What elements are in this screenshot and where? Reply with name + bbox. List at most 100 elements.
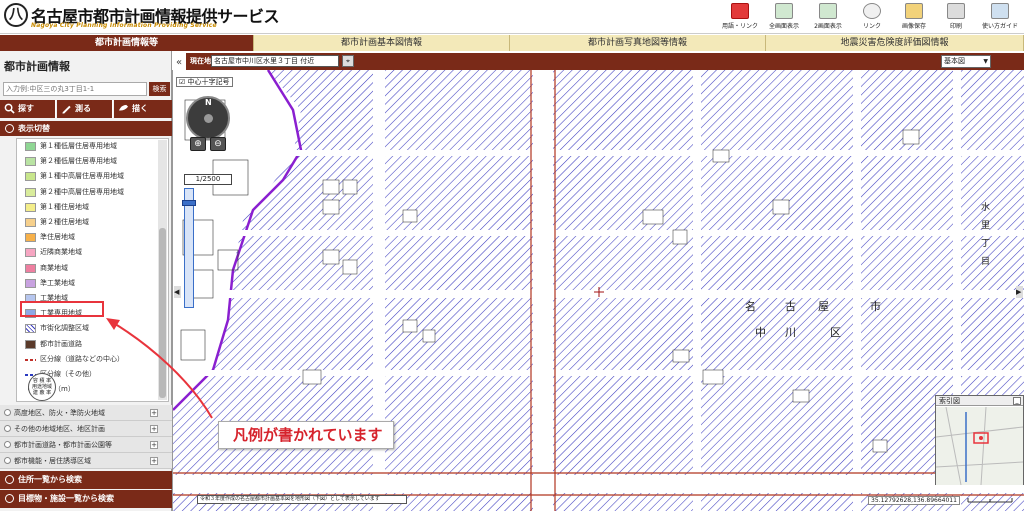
coordinate-readout: 35.12792628,136.89664011 bbox=[868, 496, 960, 505]
map-toolbar: 現在地 名古屋市中川区水里３丁目 付近 ⌖ 基本図 ▼ bbox=[186, 53, 1024, 70]
address-list-search-button[interactable]: 住所一覧から検索 bbox=[0, 471, 172, 489]
index-map-graphic bbox=[936, 407, 1023, 485]
address-search-input[interactable] bbox=[3, 82, 147, 96]
annotation-callout: 凡例が書かれています bbox=[218, 421, 394, 449]
legend-swatch-icon bbox=[25, 218, 36, 227]
fullscreen-button[interactable]: 全画面表示 bbox=[762, 2, 806, 32]
dual-screen-button[interactable]: 2画面表示 bbox=[806, 2, 850, 32]
sidebar-actions: 探す 測る 描く bbox=[0, 100, 172, 118]
expand-icon: + bbox=[150, 457, 158, 465]
accordion-height-fire-districts[interactable]: 高度地区、防火・準防火地域 + bbox=[0, 405, 172, 421]
tab-planning-info[interactable]: 都市計画情報等 bbox=[0, 35, 254, 51]
map-label: 名 bbox=[745, 300, 756, 313]
find-button[interactable]: 探す bbox=[0, 100, 56, 118]
facility-list-search-button[interactable]: 目標物・施設一覧から検索 bbox=[0, 490, 172, 508]
app-header: 八 名古屋市都市計画情報提供サービス Nagoya City Planning … bbox=[0, 0, 1024, 34]
tab-bar: 都市計画情報等 都市計画基本図情報 都市計画写真地図等情報 地震災害危険度評価図… bbox=[0, 35, 1024, 51]
tab-earthquake-risk-info[interactable]: 地震災害危険度評価図情報 bbox=[766, 35, 1024, 51]
map-label: 区 bbox=[830, 326, 841, 339]
legend-label: 都市計画道路 bbox=[40, 339, 82, 348]
legend-swatch-icon bbox=[25, 172, 36, 182]
legend-swatch-icon bbox=[25, 278, 36, 288]
legend-panel: 第１種低層住居専用地域 第２種低層住居専用地域 第１種中高層住居専用地域 第２種中高層… bbox=[16, 138, 169, 402]
zoom-out-button[interactable]: ⊖ bbox=[210, 137, 226, 151]
chevron-down-icon: ▼ bbox=[983, 58, 988, 65]
pan-left-button[interactable]: ◀ bbox=[174, 286, 181, 298]
legend-swatch-icon bbox=[25, 339, 36, 349]
minimize-icon[interactable]: _ bbox=[1013, 397, 1021, 405]
legend-label: 第２種低層住居専用地域 bbox=[40, 157, 117, 166]
legend-label: 準工業地域 bbox=[40, 278, 75, 287]
legend-scrollbar-thumb[interactable] bbox=[159, 228, 166, 398]
expand-icon: + bbox=[150, 441, 158, 449]
index-map-header: 索引図 _ bbox=[936, 396, 1023, 406]
compass-center-icon bbox=[204, 114, 213, 123]
print-button[interactable]: 印刷 bbox=[934, 2, 978, 32]
map-label: 里 bbox=[981, 221, 991, 231]
basemap-select[interactable]: 基本図 ▼ bbox=[941, 55, 991, 68]
legend-label: 商業地域 bbox=[40, 263, 68, 272]
radio-icon bbox=[4, 457, 11, 464]
radio-icon bbox=[4, 409, 11, 416]
expand-icon: + bbox=[150, 425, 158, 433]
save-image-button[interactable]: 画像保存 bbox=[892, 2, 936, 32]
legend-label: 第１種低層住居専用地域 bbox=[40, 142, 117, 150]
location-label: 現在地 bbox=[190, 57, 211, 65]
link-icon bbox=[863, 3, 881, 19]
scale-bar bbox=[966, 496, 1016, 505]
dual-monitor-icon bbox=[819, 3, 837, 19]
legend-label: 第２種中高層住居専用地域 bbox=[40, 187, 124, 196]
legend-label: 第２種住居地域 bbox=[40, 218, 89, 226]
pencil-icon bbox=[62, 105, 71, 114]
map-notice: 令和３年度作成の名古屋都市計画基本図を地形図（下図）として表示しています bbox=[197, 495, 407, 504]
monitor-icon bbox=[775, 3, 793, 19]
map-label: 川 bbox=[785, 326, 796, 339]
search-button[interactable]: 検索 bbox=[149, 82, 170, 96]
zoom-slider-thumb[interactable] bbox=[182, 200, 196, 206]
locate-button[interactable]: ⌖ bbox=[342, 55, 354, 67]
printer-icon bbox=[947, 3, 965, 19]
search-icon bbox=[5, 494, 14, 503]
zoom-in-button[interactable]: ⊕ bbox=[190, 137, 206, 151]
legend-label: 第１種中高層住居専用地域 bbox=[40, 172, 124, 181]
map-label: 目 bbox=[981, 257, 991, 267]
expand-icon: + bbox=[150, 409, 158, 417]
crosshair-toggle[interactable]: ☑ 中心十字記号 bbox=[176, 77, 233, 87]
location-field[interactable]: 名古屋市中川区水里３丁目 付近 bbox=[211, 55, 339, 67]
radio-icon bbox=[4, 441, 11, 448]
guide-button[interactable]: 使い方ガイド bbox=[978, 2, 1022, 32]
scale-display: 1/2500 bbox=[184, 174, 232, 185]
link-button[interactable]: リンク bbox=[850, 2, 894, 32]
legend-swatch-icon bbox=[25, 324, 36, 334]
accordion-roads-parks[interactable]: 都市計画道路・都市計画公園等 + bbox=[0, 437, 172, 453]
draw-button[interactable]: 描く bbox=[114, 100, 172, 118]
tab-aerial-photo-info[interactable]: 都市計画写真地図等情報 bbox=[510, 35, 766, 51]
legend-swatch-icon bbox=[25, 142, 36, 151]
map-label: 水 bbox=[981, 203, 991, 213]
help-link-button[interactable]: 用語・リンク bbox=[718, 2, 762, 32]
zoom-slider[interactable] bbox=[184, 188, 194, 308]
map-label: 屋 bbox=[818, 300, 829, 313]
pan-right-button[interactable]: ▶ bbox=[1016, 286, 1023, 298]
measure-button[interactable]: 測る bbox=[57, 100, 113, 118]
collapse-sidebar-button[interactable]: « bbox=[176, 57, 182, 68]
magnifier-icon bbox=[4, 103, 15, 114]
legend-label: 市街化調整区域 bbox=[40, 324, 89, 333]
city-emblem-icon: 八 bbox=[4, 3, 28, 27]
compass-pan-control[interactable]: N bbox=[186, 96, 230, 140]
zoning-sign-legend: 容 積 率 用途地域 建 蔽 率 bbox=[28, 373, 56, 401]
legend-highlight-box bbox=[20, 301, 104, 317]
display-toggle-header[interactable]: 表示切替 bbox=[0, 121, 172, 136]
sidebar-title: 都市計画情報 bbox=[4, 60, 70, 73]
scale-bar-graphic bbox=[967, 498, 1013, 503]
computer-icon bbox=[991, 3, 1009, 19]
legend-swatch-icon bbox=[25, 263, 36, 273]
accordion-other-districts[interactable]: その他の地域地区、地区計画 + bbox=[0, 421, 172, 437]
tab-base-map-info[interactable]: 都市計画基本図情報 bbox=[254, 35, 510, 51]
legend-label: 区分線（道路などの中心） bbox=[40, 354, 124, 363]
toggle-icon bbox=[5, 124, 14, 133]
accordion-urban-function[interactable]: 都市機能・居住誘導区域 + bbox=[0, 453, 172, 469]
legend-swatch-icon bbox=[25, 187, 36, 197]
legend-swatch-icon bbox=[25, 202, 36, 212]
index-map[interactable]: 索引図 _ bbox=[935, 395, 1024, 485]
